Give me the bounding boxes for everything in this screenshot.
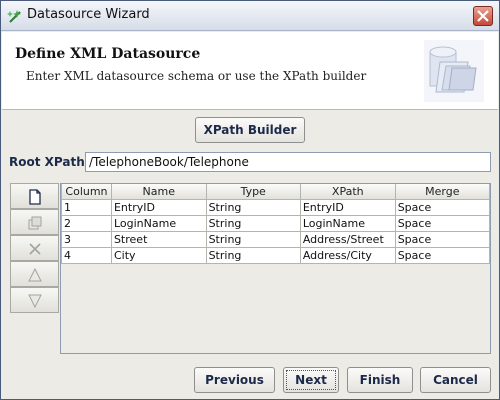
close-button[interactable] <box>473 6 493 26</box>
cell-xpath[interactable]: LoginName <box>299 214 396 232</box>
new-row-icon <box>29 189 41 205</box>
columns-grid: Column Name Type XPath Merge 1 EntryID S… <box>61 184 491 264</box>
move-down-icon <box>28 294 42 309</box>
table-row[interactable]: 4 City String Address/City Space <box>61 246 491 264</box>
column-header-column[interactable]: Column <box>61 184 112 200</box>
cell-type[interactable]: String <box>205 198 301 216</box>
finish-button[interactable]: Finish <box>347 367 413 393</box>
cell-xpath[interactable]: Address/City <box>299 246 396 264</box>
previous-button[interactable]: Previous <box>194 367 275 393</box>
title-bar: Datasource Wizard <box>1 1 499 31</box>
move-up-button[interactable] <box>10 261 59 287</box>
columns-table: Column Name Type XPath Merge 1 EntryID S… <box>60 183 491 354</box>
table-row[interactable]: 3 Street String Address/Street Space <box>61 230 491 248</box>
delete-row-button[interactable] <box>10 235 59 261</box>
cell-column[interactable]: 3 <box>61 230 112 248</box>
cell-name[interactable]: Street <box>110 230 207 248</box>
cell-merge[interactable]: Space <box>394 214 491 232</box>
cell-xpath[interactable]: EntryID <box>299 198 396 216</box>
column-header-merge[interactable]: Merge <box>394 184 491 200</box>
datasource-wizard-window: Datasource Wizard Define XML Datasource … <box>0 0 500 400</box>
cell-column[interactable]: 4 <box>61 246 112 264</box>
cell-xpath[interactable]: Address/Street <box>299 230 396 248</box>
delete-icon <box>29 243 41 255</box>
cell-type[interactable]: String <box>205 230 301 248</box>
xpath-builder-button[interactable]: XPath Builder <box>195 117 305 143</box>
move-up-icon <box>28 267 42 282</box>
cancel-button[interactable]: Cancel <box>420 367 491 393</box>
cell-column[interactable]: 2 <box>61 214 112 232</box>
cell-merge[interactable]: Space <box>394 230 491 248</box>
table-header-row: Column Name Type XPath Merge <box>61 184 491 200</box>
cell-name[interactable]: EntryID <box>110 198 207 216</box>
root-xpath-label: Root XPath: <box>9 155 90 169</box>
row-toolbar <box>10 183 60 315</box>
root-xpath-input[interactable] <box>85 152 491 172</box>
copy-row-icon <box>28 216 42 230</box>
cell-column[interactable]: 1 <box>61 198 112 216</box>
table-row[interactable]: 1 EntryID String EntryID Space <box>61 198 491 216</box>
wizard-header: Define XML Datasource Enter XML datasour… <box>2 32 498 110</box>
move-down-button[interactable] <box>10 287 59 313</box>
wizard-icon <box>7 10 21 23</box>
next-button[interactable]: Next <box>283 367 339 393</box>
new-row-button[interactable] <box>10 183 59 209</box>
cell-merge[interactable]: Space <box>394 246 491 264</box>
column-header-xpath[interactable]: XPath <box>299 184 396 200</box>
copy-row-button[interactable] <box>10 209 59 235</box>
cell-name[interactable]: LoginName <box>110 214 207 232</box>
column-header-name[interactable]: Name <box>110 184 207 200</box>
window-title: Datasource Wizard <box>27 7 150 22</box>
column-header-type[interactable]: Type <box>205 184 301 200</box>
cell-type[interactable]: String <box>205 214 301 232</box>
table-row[interactable]: 2 LoginName String LoginName Space <box>61 214 491 232</box>
close-icon <box>477 10 489 22</box>
cell-type[interactable]: String <box>205 246 301 264</box>
page-subtitle: Enter XML datasource schema or use the X… <box>26 69 367 83</box>
database-icon <box>424 40 484 102</box>
cell-merge[interactable]: Space <box>394 198 491 216</box>
page-title: Define XML Datasource <box>15 46 201 62</box>
cell-name[interactable]: City <box>110 246 207 264</box>
